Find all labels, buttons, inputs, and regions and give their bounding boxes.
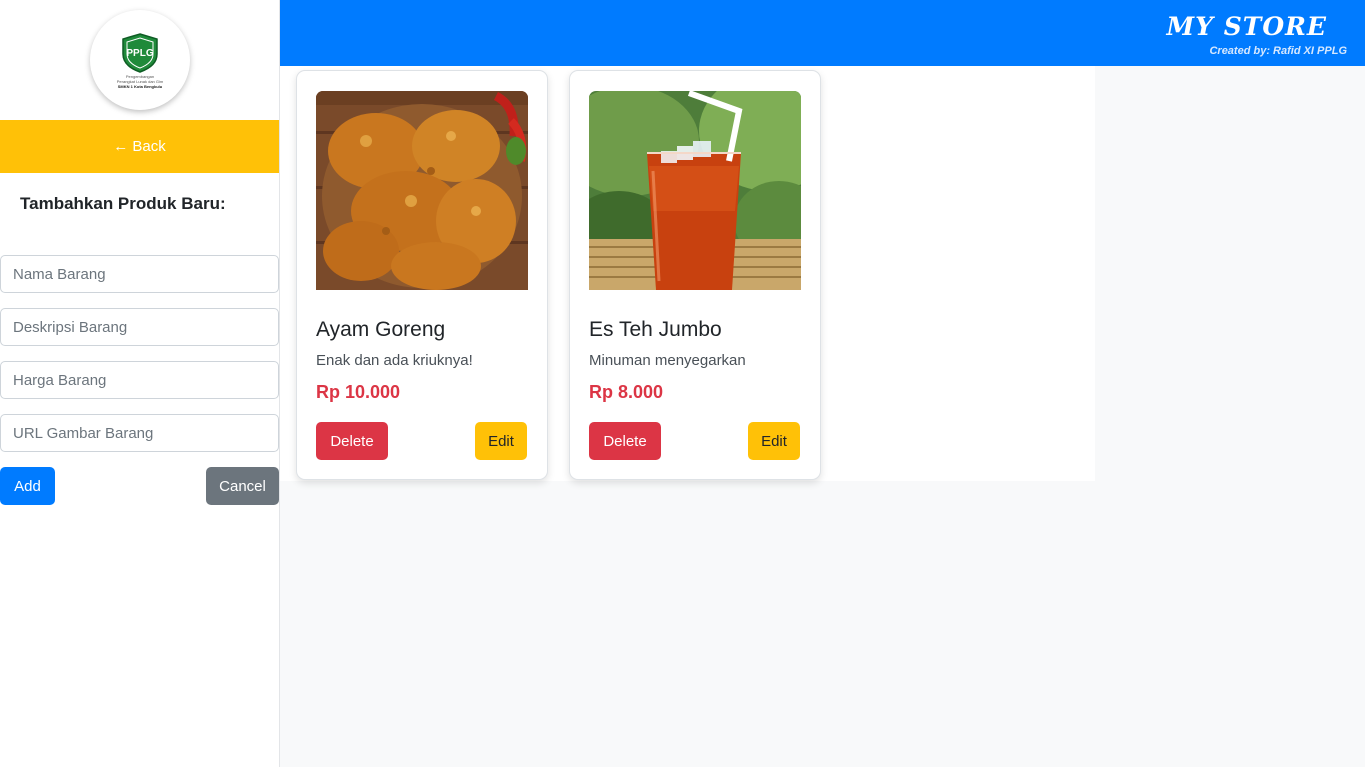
form-title: Tambahkan Produk Baru: bbox=[20, 194, 226, 213]
product-name-input[interactable] bbox=[0, 255, 279, 293]
delete-button[interactable]: Delete bbox=[316, 422, 388, 460]
logo-subtitle-3: SMKN 1 Kota Bengkulu bbox=[117, 83, 163, 89]
top-header: MY STORE Created by: Rafid XI PPLG bbox=[280, 0, 1365, 66]
product-title: Es Teh Jumbo bbox=[589, 318, 722, 341]
edit-button[interactable]: Edit bbox=[475, 422, 527, 460]
iced-tea-photo bbox=[589, 91, 801, 290]
add-button[interactable]: Add bbox=[0, 467, 55, 505]
product-price-input[interactable] bbox=[0, 361, 279, 399]
fried-chicken-photo bbox=[316, 91, 528, 290]
logo-text: PPLG bbox=[126, 48, 153, 59]
product-card: Ayam Goreng Enak dan ada kriuknya! Rp 10… bbox=[296, 70, 548, 480]
product-card: Es Teh Jumbo Minuman menyegarkan Rp 8.00… bbox=[569, 70, 821, 480]
product-price: Rp 8.000 bbox=[589, 382, 664, 402]
pplg-logo: PPLG Pengembangan Perangkat Lunak dan Gi… bbox=[90, 10, 190, 110]
product-description: Enak dan ada kriuknya! bbox=[316, 352, 473, 369]
delete-button[interactable]: Delete bbox=[589, 422, 661, 460]
creator-credit: Created by: Rafid XI PPLG bbox=[1209, 45, 1347, 57]
product-description: Minuman menyegarkan bbox=[589, 352, 746, 369]
store-brand: MY STORE bbox=[1166, 12, 1327, 41]
product-image-url-input[interactable] bbox=[0, 414, 279, 452]
product-title: Ayam Goreng bbox=[316, 318, 446, 341]
product-price: Rp 10.000 bbox=[316, 382, 401, 402]
sidebar: PPLG Pengembangan Perangkat Lunak dan Gi… bbox=[0, 0, 280, 767]
edit-button[interactable]: Edit bbox=[748, 422, 800, 460]
product-description-input[interactable] bbox=[0, 308, 279, 346]
cancel-button[interactable]: Cancel bbox=[206, 467, 279, 505]
back-button[interactable]: ← Back bbox=[0, 120, 279, 173]
pplg-shield-icon: PPLG bbox=[122, 32, 158, 73]
